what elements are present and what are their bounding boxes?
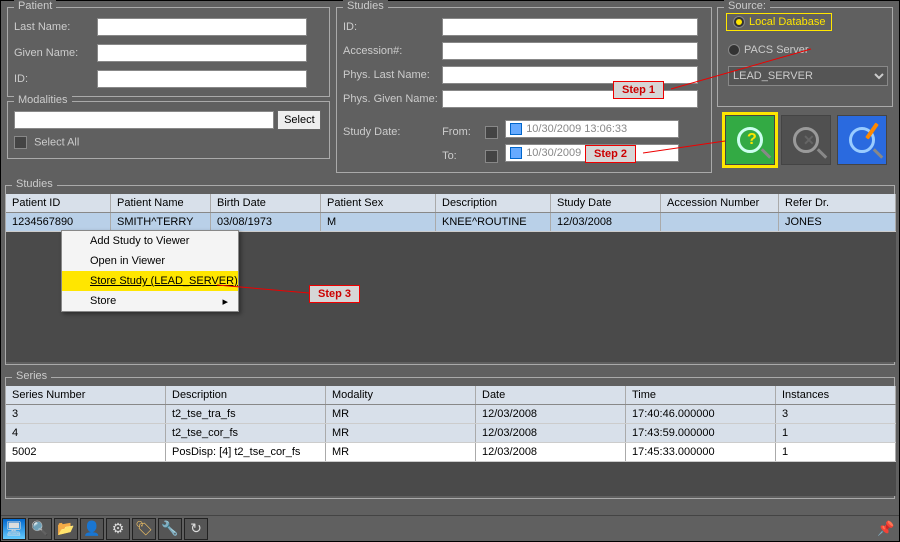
given-name-label: Given Name: [14,47,94,59]
menu-store-submenu[interactable]: Store▸ [62,291,238,311]
toolbar-label-icon[interactable]: 🏷 [132,518,156,540]
patient-id-label: ID: [14,73,94,85]
source-legend: Source: [724,0,770,12]
last-name-input[interactable] [97,18,307,36]
col-instances[interactable]: Instances [776,386,896,404]
source-group: Source: Local Database PACS Server LEAD_… [717,7,893,107]
from-date-input[interactable]: 10/30/2009 13:06:33 [505,120,679,138]
study-id-label: ID: [343,21,439,33]
col-series-number[interactable]: Series Number [6,386,166,404]
radio-selected-icon [733,16,745,28]
last-name-label: Last Name: [14,21,94,33]
submenu-arrow-icon: ▸ [222,295,228,308]
select-all-label: Select All [34,136,79,148]
studies-table-legend: Studies [12,178,57,190]
toolbar-refresh-icon[interactable]: ↻ [184,518,208,540]
menu-add-study[interactable]: Add Study to Viewer [62,231,238,251]
clear-search-button[interactable]: ✕ [781,115,831,165]
series-table-legend: Series [12,370,51,382]
toolbar-browser-icon[interactable]: 📂 [54,518,78,540]
calendar-icon [510,147,522,159]
accession-input[interactable] [442,42,698,60]
study-id-input[interactable] [442,18,698,36]
to-label: To: [442,150,482,162]
from-checkbox[interactable] [485,126,498,139]
patient-id-input[interactable] [97,70,307,88]
study-date-label: Study Date: [343,126,439,138]
series-header-row: Series Number Description Modality Date … [6,386,896,405]
step1-callout: Step 1 [613,81,664,99]
modalities-group: Modalities Select Select All [7,101,330,159]
series-empty-area [6,462,896,496]
toolbar-user-icon[interactable]: 👤 [80,518,104,540]
col-accession[interactable]: Accession Number [661,194,779,212]
menu-open-viewer[interactable]: Open in Viewer [62,251,238,271]
radio-icon [728,44,740,56]
edit-search-button[interactable] [837,115,887,165]
col-birth-date[interactable]: Birth Date [211,194,321,212]
col-series-date[interactable]: Date [476,386,626,404]
col-description[interactable]: Description [436,194,551,212]
series-row[interactable]: 3 t2_tse_tra_fs MR 12/03/2008 17:40:46.0… [6,405,896,424]
menu-store-study[interactable]: Store Study (LEAD_SERVER) [62,271,238,291]
step3-callout: Step 3 [309,285,360,303]
modalities-select-button[interactable]: Select [277,110,321,130]
col-patient-sex[interactable]: Patient Sex [321,194,436,212]
patient-group: Patient Last Name: Given Name: ID: [7,7,330,97]
toolbar-pin-icon[interactable]: 📌 [874,518,898,540]
col-refer-dr[interactable]: Refer Dr. [779,194,896,212]
phys-given-label: Phys. Given Name: [343,93,439,105]
col-patient-id[interactable]: Patient ID [6,194,111,212]
pacs-server-select[interactable]: LEAD_SERVER [728,66,888,86]
col-modality[interactable]: Modality [326,386,476,404]
patient-legend: Patient [14,0,56,12]
from-label: From: [442,126,482,138]
bottom-toolbar: 🖥 🔍 📂 👤 ⚙ 🏷 🔧 ↻ 📌 [1,515,899,541]
modalities-input[interactable] [14,111,274,129]
to-checkbox[interactable] [485,150,498,163]
step2-callout: Step 2 [585,145,636,163]
series-row[interactable]: 4 t2_tse_cor_fs MR 12/03/2008 17:43:59.0… [6,424,896,443]
modalities-legend: Modalities [14,94,72,106]
studies-header-row: Patient ID Patient Name Birth Date Patie… [6,194,896,213]
toolbar-settings-icon[interactable]: ⚙ [106,518,130,540]
series-table-group: Series Series Number Description Modalit… [5,377,895,499]
toolbar-tool-icon[interactable]: 🔧 [158,518,182,540]
given-name-input[interactable] [97,44,307,62]
phys-last-label: Phys. Last Name: [343,69,439,81]
accession-label: Accession#: [343,45,439,57]
select-all-checkbox[interactable] [14,136,27,149]
source-local-option[interactable]: Local Database [726,13,832,31]
series-row[interactable]: 5002 PosDisp: [4] t2_tse_cor_fs MR 12/03… [6,443,896,462]
toolbar-monitor-icon[interactable]: 🖥 [2,518,26,540]
col-series-time[interactable]: Time [626,386,776,404]
studies-search-legend: Studies [343,0,388,12]
source-pacs-option[interactable]: PACS Server [728,44,809,56]
col-patient-name[interactable]: Patient Name [111,194,211,212]
col-study-date[interactable]: Study Date [551,194,661,212]
col-series-desc[interactable]: Description [166,386,326,404]
context-menu: Add Study to Viewer Open in Viewer Store… [61,230,239,312]
calendar-icon [510,123,522,135]
search-button[interactable]: ? [725,115,775,165]
toolbar-search-icon[interactable]: 🔍 [28,518,52,540]
